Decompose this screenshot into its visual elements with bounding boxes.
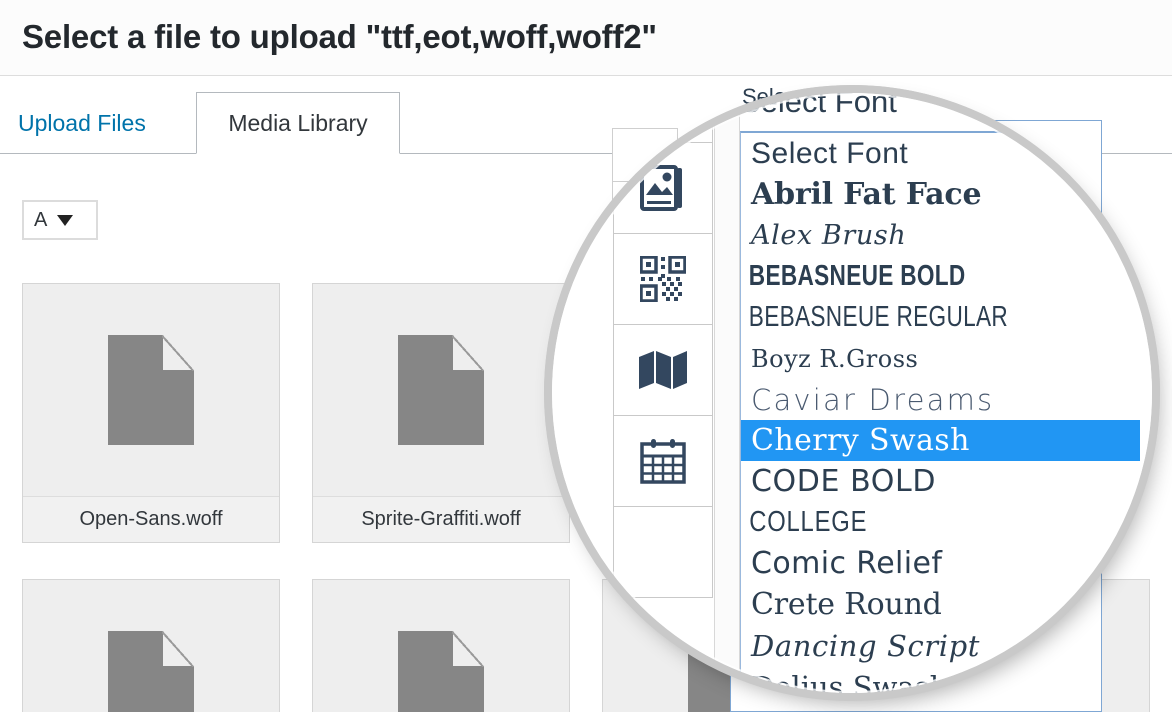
font-option-select-font[interactable]: Select Font: [741, 133, 1140, 174]
media-thumbnail: [313, 284, 569, 496]
media-filter-value: A: [34, 208, 48, 231]
font-option-caviar-dreams[interactable]: Caviar Dreams: [741, 379, 1140, 420]
document-icon: [108, 335, 194, 445]
font-option-delius-swash[interactable]: Delius Swash: [741, 666, 1140, 695]
font-option-dancing-script[interactable]: Dancing Script: [741, 625, 1140, 666]
document-icon: [398, 631, 484, 712]
magnified-icon-rail: [613, 92, 713, 598]
tab-upload-files[interactable]: Upload Files: [18, 92, 146, 154]
font-option-boyz-r-gross[interactable]: Boyz R.Gross: [741, 338, 1140, 379]
qr-code-icon: [640, 256, 686, 302]
shapes-icon: [640, 92, 686, 119]
tab-media-library[interactable]: Media Library: [196, 92, 400, 154]
media-item-0[interactable]: Open-Sans.woff: [22, 283, 280, 543]
magnified-font-select-label: Select Font: [740, 92, 897, 119]
photo-album-icon: [640, 165, 686, 211]
magnified-media-card: [551, 572, 611, 694]
modal-header: Select a file to upload "ttf,eot,woff,wo…: [0, 0, 1172, 76]
media-item-3[interactable]: [22, 579, 280, 712]
font-option-college[interactable]: COLLEGE: [741, 502, 1068, 543]
map-icon: [638, 349, 688, 391]
rail-cell-photo-album[interactable]: [613, 143, 713, 234]
page-title: Select a file to upload "ttf,eot,woff,wo…: [22, 18, 657, 55]
font-option-bebasneue-bold[interactable]: BEBASNEUE BOLD: [741, 256, 1052, 297]
media-item-1[interactable]: Sprite-Graffiti.woff: [312, 283, 570, 543]
rail-cell-map[interactable]: [613, 325, 713, 416]
rail-cell-shapes[interactable]: [613, 92, 713, 143]
chevron-down-icon: [57, 214, 74, 226]
media-thumbnail: [23, 284, 279, 496]
rail-cell-extra[interactable]: [613, 507, 713, 598]
rail-cell-calendar[interactable]: [613, 416, 713, 507]
font-option-bebasneue-regular[interactable]: BEBASNEUE REGULAR: [741, 297, 1052, 338]
media-item-filename: Open-Sans.woff: [23, 496, 279, 542]
media-filter-select[interactable]: A: [22, 200, 98, 240]
magnifier-content: Select Font Select Font Abril Fat Face A…: [551, 92, 1153, 694]
media-thumbnail: [313, 580, 569, 712]
document-icon: [108, 631, 194, 712]
document-icon: [398, 335, 484, 445]
media-item-4[interactable]: [312, 579, 570, 712]
font-option-comic-relief[interactable]: Comic Relief: [741, 543, 1140, 584]
font-option-alex-brush[interactable]: Alex Brush: [741, 215, 1140, 256]
media-item-filename: Sprite-Graffiti.woff: [313, 496, 569, 542]
magnified-font-listbox[interactable]: Select Font Abril Fat Face Alex Brush BE…: [740, 131, 1140, 694]
upload-modal: Select a file to upload "ttf,eot,woff,wo…: [0, 0, 1172, 712]
magnifier-lens: Select Font Select Font Abril Fat Face A…: [551, 92, 1153, 694]
magnified-gutter: [714, 92, 740, 694]
rail-cell-qr-code[interactable]: [613, 234, 713, 325]
media-thumbnail: [23, 580, 279, 712]
calendar-icon: [640, 438, 686, 484]
font-option-code-bold[interactable]: CODE BOLD: [741, 461, 1140, 502]
font-option-cherry-swash[interactable]: Cherry Swash: [741, 420, 1140, 461]
font-option-abril-fat-face[interactable]: Abril Fat Face: [741, 174, 1140, 215]
font-option-crete-round[interactable]: Crete Round: [741, 584, 1140, 625]
